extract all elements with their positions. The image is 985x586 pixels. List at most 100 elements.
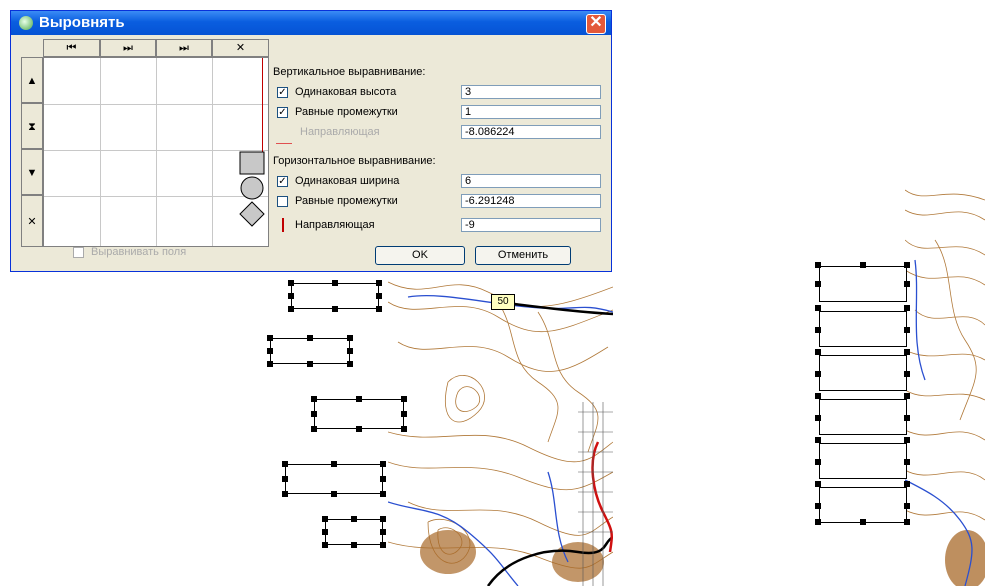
selection-handle[interactable] [311,426,317,432]
selection-handle[interactable] [380,476,386,482]
aligned-text-box[interactable] [819,311,907,347]
dialog-titlebar[interactable]: Выровнять ✕ [11,11,611,35]
selection-handle[interactable] [288,293,294,299]
selection-handle[interactable] [356,426,362,432]
selection-handle[interactable] [282,476,288,482]
selection-handle[interactable] [401,411,407,417]
selection-handle[interactable] [267,335,273,341]
selection-handle[interactable] [815,519,821,525]
selection-handle[interactable] [347,361,353,367]
selection-handle[interactable] [351,516,357,522]
selection-handle[interactable] [904,503,910,509]
selection-handle[interactable] [311,411,317,417]
align-center-v-button[interactable]: ⧗ [21,103,43,149]
aligned-text-box[interactable] [819,266,907,302]
same-width-field[interactable]: 6 [461,174,601,188]
selection-handle[interactable] [401,426,407,432]
selection-handle[interactable] [815,459,821,465]
selection-handle[interactable] [815,415,821,421]
selection-handle[interactable] [904,305,910,311]
selected-text-box[interactable] [285,464,383,494]
selection-handle[interactable] [904,281,910,287]
map-right[interactable] [905,180,985,586]
equal-gaps-h-field[interactable]: -6.291248 [461,194,601,208]
selection-handle[interactable] [311,396,317,402]
equal-gaps-v-field[interactable]: 1 [461,105,601,119]
selection-handle[interactable] [322,516,328,522]
selection-handle[interactable] [307,361,313,367]
selection-handle[interactable] [380,542,386,548]
equal-gaps-h-checkbox[interactable] [277,196,288,207]
selection-handle[interactable] [351,542,357,548]
selection-handle[interactable] [331,461,337,467]
selection-handle[interactable] [904,393,910,399]
aligned-text-box[interactable] [819,487,907,523]
align-fields-checkbox[interactable] [73,247,84,258]
equal-gaps-v-checkbox[interactable]: ✓ [277,107,288,118]
selected-text-box[interactable] [314,399,404,429]
selection-handle[interactable] [401,396,407,402]
selection-handle[interactable] [904,327,910,333]
selection-handle[interactable] [380,461,386,467]
selection-handle[interactable] [332,280,338,286]
selection-handle[interactable] [860,262,866,268]
selection-handle[interactable] [904,519,910,525]
selection-handle[interactable] [860,519,866,525]
selection-handle[interactable] [267,348,273,354]
selection-handle[interactable] [815,437,821,443]
selection-handle[interactable] [815,503,821,509]
selection-handle[interactable] [282,491,288,497]
selection-handle[interactable] [322,542,328,548]
selection-handle[interactable] [815,393,821,399]
selection-handle[interactable] [815,481,821,487]
same-width-checkbox[interactable]: ✓ [277,176,288,187]
align-bottom-button[interactable]: ▼ [21,149,43,195]
selection-handle[interactable] [288,306,294,312]
align-center-h-button[interactable]: ⏭ [100,39,156,57]
selection-handle[interactable] [332,306,338,312]
selection-handle[interactable] [356,396,362,402]
selection-handle[interactable] [347,348,353,354]
selection-handle[interactable] [904,459,910,465]
selection-handle[interactable] [380,516,386,522]
guide-v-field[interactable]: -8.086224 [461,125,601,139]
selection-handle[interactable] [322,529,328,535]
cancel-button[interactable]: Отменить [475,246,571,265]
align-top-button[interactable]: ▲ [21,57,43,103]
selection-handle[interactable] [288,280,294,286]
aligned-text-box[interactable] [819,399,907,435]
aligned-text-box[interactable] [819,443,907,479]
selection-handle[interactable] [904,415,910,421]
selection-handle[interactable] [904,262,910,268]
selection-handle[interactable] [815,327,821,333]
selection-handle[interactable] [815,371,821,377]
align-left-button[interactable]: ⏮ [43,39,100,57]
selection-handle[interactable] [331,491,337,497]
selection-handle[interactable] [347,335,353,341]
selection-handle[interactable] [376,293,382,299]
map-left[interactable]: 50 [388,272,613,586]
ok-button[interactable]: OK [375,246,465,265]
selection-handle[interactable] [904,349,910,355]
selection-handle[interactable] [904,437,910,443]
selection-handle[interactable] [267,361,273,367]
no-v-align-button[interactable]: ✕ [21,195,43,247]
selection-handle[interactable] [376,306,382,312]
same-height-field[interactable]: 3 [461,85,601,99]
guide-h-field[interactable]: -9 [461,218,601,232]
same-height-checkbox[interactable]: ✓ [277,87,288,98]
selection-handle[interactable] [380,491,386,497]
selection-handle[interactable] [380,529,386,535]
selection-handle[interactable] [904,481,910,487]
aligned-text-box[interactable] [819,355,907,391]
align-preview-grid[interactable] [43,57,269,247]
selection-handle[interactable] [815,305,821,311]
selection-handle[interactable] [815,281,821,287]
selection-handle[interactable] [282,461,288,467]
selection-handle[interactable] [904,371,910,377]
selection-handle[interactable] [307,335,313,341]
selection-handle[interactable] [815,349,821,355]
align-right-button[interactable]: ⏭ [156,39,212,57]
close-button[interactable]: ✕ [586,14,606,34]
no-h-align-button[interactable]: ✕ [212,39,269,57]
